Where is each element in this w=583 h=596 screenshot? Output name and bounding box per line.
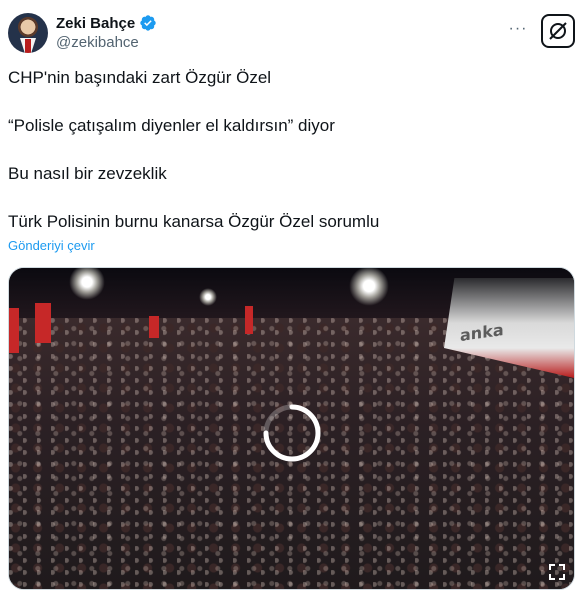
grok-button[interactable] — [541, 14, 575, 48]
translate-link[interactable]: Gönderiyi çevir — [8, 238, 95, 253]
avatar-tie — [25, 39, 31, 53]
name-row: Zeki Bahçe — [56, 14, 157, 32]
author-handle[interactable]: @zekibahce — [56, 34, 157, 51]
tweet-text: CHP'nin başındaki zart Özgür Özel “Polis… — [8, 66, 575, 234]
crowd-flag — [149, 316, 159, 338]
expand-icon[interactable] — [548, 563, 566, 581]
verified-badge-icon — [140, 15, 156, 31]
grok-icon — [549, 22, 567, 40]
tweet-header: Zeki Bahçe @zekibahce ··· — [8, 8, 575, 58]
crowd-flag — [9, 308, 19, 353]
author-block: Zeki Bahçe @zekibahce — [56, 14, 157, 51]
avatar[interactable] — [8, 13, 48, 53]
author-display-name[interactable]: Zeki Bahçe — [56, 15, 135, 32]
stage-light — [199, 288, 217, 306]
crowd-flag — [35, 303, 51, 343]
more-options-icon: ··· — [508, 20, 528, 37]
more-options-button[interactable]: ··· — [505, 18, 531, 40]
loading-spinner-icon — [263, 404, 321, 462]
tweet-paragraph: “Polisle çatışalım diyenler el kaldırsın… — [8, 116, 335, 135]
crowd-flag — [245, 306, 253, 334]
stage-light — [349, 268, 389, 306]
tweet-paragraph: CHP'nin başındaki zart Özgür Özel — [8, 68, 272, 87]
video-player[interactable]: anka — [8, 267, 575, 590]
tweet-paragraph: Türk Polisinin burnu kanarsa Özgür Özel … — [8, 212, 380, 231]
tweet-paragraph: Bu nasıl bir zevzeklik — [8, 164, 167, 183]
